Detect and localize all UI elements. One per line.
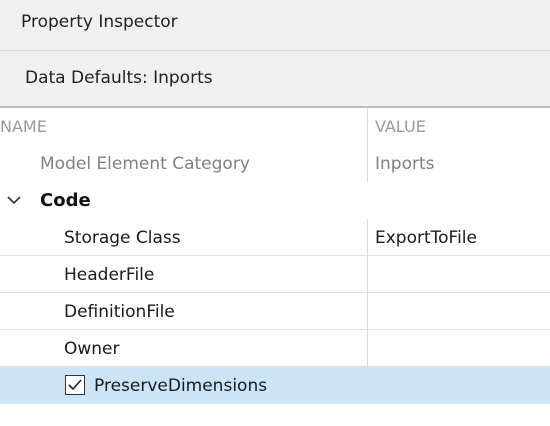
group-label-code: Code [40,190,91,211]
property-name: HeaderFile [64,265,155,285]
property-value-cell[interactable] [368,293,550,330]
property-row-headerfile[interactable]: HeaderFile [0,256,550,293]
subheader-bar: Data Defaults: Inports [0,51,550,108]
property-row-owner[interactable]: Owner [0,330,550,367]
property-name-cell: PreserveDimensions [0,367,368,404]
title-bar: Property Inspector [0,0,550,51]
property-name-cell: DefinitionFile [0,293,368,330]
property-name: Storage Class [64,228,181,248]
property-name: DefinitionFile [64,302,175,322]
property-value: ExportToFile [375,228,477,248]
name-column-header[interactable]: NAME [0,108,368,145]
column-header-row: NAME VALUE [0,108,550,145]
category-name: Model Element Category [40,154,250,174]
chevron-down-icon[interactable] [6,194,22,206]
category-value: Inports [375,154,435,174]
category-value-cell: Inports [368,145,550,182]
property-table: NAME VALUE Model Element Category Inport… [0,108,550,404]
panel-title: Property Inspector [21,12,178,32]
value-column-header[interactable]: VALUE [368,108,550,145]
name-column-label: NAME [0,117,47,136]
property-name-cell: Storage Class [0,219,368,256]
property-name-cell: HeaderFile [0,256,368,293]
category-row[interactable]: Model Element Category Inports [0,145,550,182]
property-row-storage-class[interactable]: Storage Class ExportToFile [0,219,550,256]
property-value-cell[interactable] [368,330,550,367]
checkbox-label: PreserveDimensions [94,376,268,396]
property-inspector-panel: Property Inspector Data Defaults: Inport… [0,0,550,426]
property-name-cell: Owner [0,330,368,367]
value-column-label: VALUE [375,117,426,136]
property-row-definitionfile[interactable]: DefinitionFile [0,293,550,330]
checkbox-checked-icon[interactable] [65,375,85,395]
category-name-cell: Model Element Category [0,145,368,182]
property-value-cell[interactable] [368,256,550,293]
property-value-cell[interactable]: ExportToFile [368,219,550,256]
property-row-preservedimensions[interactable]: PreserveDimensions [0,367,550,404]
subheader-title: Data Defaults: Inports [25,68,213,88]
property-name: Owner [64,339,120,359]
group-row-code[interactable]: Code [0,182,550,219]
